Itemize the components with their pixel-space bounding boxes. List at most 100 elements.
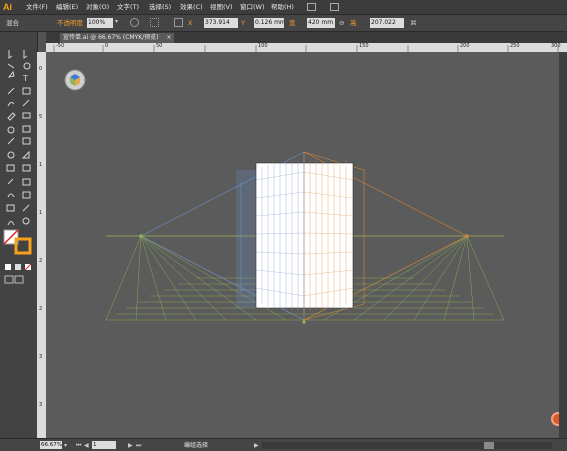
- shape-builder-icon: [7, 151, 15, 159]
- next-page-icon[interactable]: ▶: [128, 441, 133, 450]
- document-tab[interactable]: 宣传单.ai @ 66.67% (CMYK/预览) ×: [60, 33, 175, 43]
- opacity-label[interactable]: 不透明度: [57, 18, 83, 28]
- menu-edit[interactable]: 编辑(E): [56, 2, 78, 12]
- pen-tool-icon: [7, 70, 15, 78]
- canvas[interactable]: [46, 52, 565, 438]
- plane-switching-widget-icon: [64, 69, 86, 91]
- left-vanishing-point[interactable]: [139, 234, 143, 238]
- close-icon[interactable]: ×: [166, 34, 171, 41]
- menu-effect[interactable]: 效果(C): [180, 2, 203, 12]
- gradient-mode-icon: [15, 264, 21, 270]
- ruler-tick: 200: [460, 43, 470, 49]
- link-icon[interactable]: ⊖: [339, 18, 344, 28]
- blob-brush-icon: [7, 112, 16, 121]
- document-tab-title: 宣传单.ai @ 66.67% (CMYK/预览): [63, 34, 159, 41]
- ruler-tick: 0: [39, 66, 43, 72]
- blend-icon: [22, 178, 31, 186]
- horizontal-ruler[interactable]: -50 0 50 100 150 200 250 300: [46, 43, 567, 52]
- x-field[interactable]: 373.914: [204, 18, 238, 28]
- page-field[interactable]: 1: [92, 441, 116, 449]
- color-mode-icon: [5, 264, 11, 270]
- slice-icon: [22, 204, 30, 212]
- menu-select[interactable]: 选择(S): [149, 2, 171, 12]
- ruler-tick: 2: [39, 306, 43, 312]
- gradient-icon: [22, 164, 31, 172]
- ruler-tick: 50: [156, 43, 163, 49]
- y-label: Y: [241, 19, 245, 27]
- ruler-tick: 1: [39, 162, 43, 168]
- ruler-tick: 3: [39, 354, 43, 360]
- ruler-tick: 250: [510, 43, 520, 49]
- lasso-icon: [23, 62, 31, 70]
- control-bar: 混合 不透明度 100% ▾ X 373.914 Y 0.126 mm 宽 42…: [0, 15, 567, 32]
- ruler-tick: -50: [56, 43, 65, 49]
- ruler-tick: 5: [39, 114, 43, 120]
- perspective-grid[interactable]: [46, 52, 559, 438]
- prev-page-icon[interactable]: ◀: [84, 441, 89, 450]
- ruler-tick: 0: [105, 43, 109, 49]
- artboard-icon: [6, 204, 15, 212]
- recolor-icon[interactable]: [130, 18, 139, 27]
- menu-object[interactable]: 对象(O): [86, 2, 109, 12]
- ruler-tick: 300: [551, 43, 561, 49]
- graph-icon: [22, 191, 31, 199]
- reference-point-icon[interactable]: [174, 18, 183, 27]
- rectangle-tool-icon: [22, 87, 31, 95]
- status-arrow-icon[interactable]: ▶: [254, 441, 259, 450]
- tools-grid: T: [3, 50, 32, 284]
- free-transform-icon: [22, 137, 31, 145]
- ruler-tick: 2: [39, 258, 43, 264]
- ruler-tick: 1: [39, 210, 43, 216]
- arrange-documents-icon[interactable]: [330, 3, 339, 11]
- opacity-field[interactable]: 100%: [87, 18, 113, 28]
- zoom-icon: [22, 217, 30, 225]
- ruler-tick: 100: [258, 43, 268, 49]
- svg-text:T: T: [22, 74, 28, 83]
- vertical-scrollbar[interactable]: [559, 52, 567, 438]
- vertical-ruler[interactable]: 0 5 1 1 2 2 3 3: [37, 52, 46, 438]
- ruler-ticks: [53, 45, 559, 52]
- tool-status: 编组选择: [184, 442, 209, 449]
- first-page-icon[interactable]: ⏮: [76, 441, 81, 450]
- chevron-down-icon[interactable]: ▾: [64, 441, 67, 450]
- menu-type[interactable]: 文字(T): [117, 2, 139, 12]
- magic-wand-icon: [7, 63, 15, 69]
- align-icon[interactable]: [150, 18, 159, 27]
- width-field[interactable]: 420 mm: [307, 18, 335, 28]
- zoom-field[interactable]: 66.67%: [40, 441, 62, 449]
- menu-file[interactable]: 文件(F): [26, 2, 48, 12]
- chevron-down-icon[interactable]: ▾: [115, 18, 124, 27]
- right-vanishing-point[interactable]: [465, 234, 469, 238]
- pencil-icon: [22, 99, 30, 107]
- y-field[interactable]: 0.126 mm: [254, 18, 284, 28]
- document-tab-bar: 宣传单.ai @ 66.67% (CMYK/预览) ×: [46, 32, 567, 43]
- menu-window[interactable]: 窗口(W): [240, 2, 265, 12]
- mesh-icon: [6, 164, 15, 172]
- rotate-icon: [7, 126, 15, 134]
- bridge-icon[interactable]: [307, 3, 316, 11]
- width-label: 宽: [289, 19, 296, 27]
- paintbrush-icon: [7, 101, 15, 107]
- height-field[interactable]: 207.022: [370, 18, 404, 28]
- x-label: X: [188, 19, 193, 27]
- ground-level-point[interactable]: [302, 320, 306, 324]
- hand-icon: [7, 221, 15, 226]
- selection-tool-icon: [8, 50, 13, 59]
- blend-mode-label: 混合: [6, 19, 19, 27]
- ruler-tick: 3: [39, 402, 43, 408]
- width-tool-icon: [7, 137, 15, 145]
- last-page-icon[interactable]: ⏭: [136, 441, 141, 450]
- menu-help[interactable]: 帮助(H): [271, 2, 294, 12]
- app-logo: Ai: [3, 2, 12, 12]
- perspective-grid-icon: [21, 150, 30, 159]
- menu-bar: Ai 文件(F) 编辑(E) 对象(O) 文字(T) 选择(S) 效果(C) 视…: [0, 0, 567, 15]
- draw-mode-icon: [4, 275, 14, 284]
- scroll-thumb[interactable]: [484, 442, 494, 449]
- eraser-icon: [22, 112, 31, 119]
- horizontal-scrollbar[interactable]: [262, 442, 552, 449]
- status-bar: 66.67% ▾ ⏮ ◀ 1 ▶ ⏭ 编组选择 ▶: [0, 438, 567, 451]
- transform-icon[interactable]: ⌘: [410, 18, 417, 28]
- menu-view[interactable]: 视图(V): [210, 2, 233, 12]
- screen-mode-icon: [14, 275, 24, 284]
- ruler-tick: 150: [359, 43, 369, 49]
